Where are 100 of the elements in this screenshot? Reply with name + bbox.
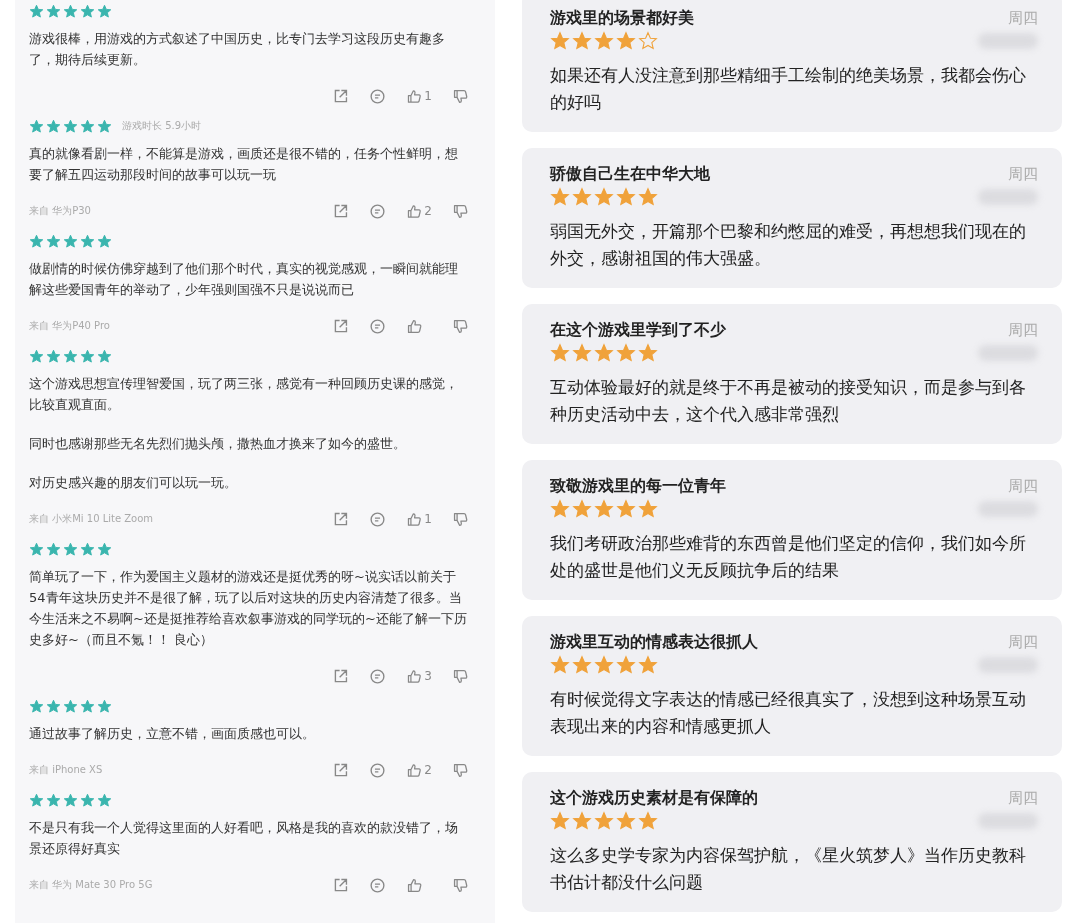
review-date: 周四 (1008, 788, 1038, 808)
star-icon (80, 792, 95, 808)
share-icon[interactable] (332, 87, 349, 105)
star-icon (46, 792, 61, 808)
star-icon (572, 655, 592, 675)
star-icon (63, 118, 78, 134)
share-icon[interactable] (332, 876, 349, 894)
share-icon[interactable] (332, 202, 349, 220)
star-icon (63, 348, 78, 364)
star-icon (29, 348, 44, 364)
star-icon (97, 541, 112, 557)
star-icon (46, 3, 61, 19)
share-icon[interactable] (332, 317, 349, 335)
share-icon[interactable] (332, 761, 349, 779)
star-icon (616, 655, 636, 675)
share-icon[interactable] (332, 667, 349, 685)
star-icon (594, 811, 614, 831)
star-icon (46, 541, 61, 557)
review-title: 游戏里互动的情感表达很抓人 (550, 631, 758, 653)
star-icon (29, 698, 44, 714)
review-text: 如果还有人没注意到那些精细手工绘制的绝美场景，我都会伤心的好吗 (550, 65, 1027, 114)
thumbs-up-icon[interactable] (406, 510, 423, 528)
star-icon (80, 698, 95, 714)
star-icon (594, 187, 614, 207)
star-icon (63, 541, 78, 557)
star-icon (29, 118, 44, 134)
star-icon (572, 31, 592, 51)
star-icon (97, 233, 112, 249)
thumbs-up-icon[interactable] (406, 87, 423, 105)
star-icon (97, 348, 112, 364)
star-icon (46, 233, 61, 249)
star-icon (638, 343, 658, 363)
star-icon (572, 187, 592, 207)
thumbs-up-icon[interactable] (406, 317, 423, 335)
thumbs-down-icon[interactable] (452, 510, 469, 528)
review-title: 骄傲自己生在中华大地 (550, 163, 710, 185)
star-icon (550, 499, 570, 519)
star-icon (572, 343, 592, 363)
device-label: 来自 华为 Mate 30 Pro 5G (29, 878, 153, 892)
review-date: 周四 (1008, 632, 1038, 652)
review-text: 简单玩了一下，作为爱国主义题材的游戏还是挺优秀的呀~说实话以前关于54青年这块历史并不是很了解，玩了以后对这块的历史内容清楚了很多。当今生活来之不易啊~还是挺推荐给喜欢叙事游戏的同学玩的~还能了解一下历史多好~（而且不氪！！ 良心） (29, 568, 468, 649)
comment-icon[interactable] (369, 202, 386, 220)
thumbs-down-icon[interactable] (452, 317, 469, 335)
thumbs-down-icon[interactable] (452, 876, 469, 894)
review-date: 周四 (1008, 8, 1038, 28)
star-icon (63, 792, 78, 808)
comment-icon[interactable] (369, 87, 386, 105)
star-icon (46, 118, 61, 134)
star-icon (29, 792, 44, 808)
device-label: 来自 华为P30 (29, 204, 91, 218)
review-title: 这个游戏历史素材是有保障的 (550, 787, 758, 809)
like-count: 2 (424, 763, 432, 777)
star-icon (550, 187, 570, 207)
comment-icon[interactable] (369, 317, 386, 335)
star-icon (63, 233, 78, 249)
like-count: 2 (424, 204, 432, 218)
review-text: 通过故事了解历史，立意不错，画面质感也可以。 (29, 725, 316, 743)
like-count: 3 (424, 669, 432, 683)
star-icon (97, 698, 112, 714)
review-title: 致敬游戏里的每一位青年 (550, 475, 726, 497)
star-icon (616, 31, 636, 51)
star-icon (594, 655, 614, 675)
star-icon (97, 118, 112, 134)
star-icon (594, 343, 614, 363)
star-icon (550, 655, 570, 675)
comment-icon[interactable] (369, 876, 386, 894)
star-icon (80, 3, 95, 19)
review-text: 我们考研政治那些难背的东西曾是他们坚定的信仰，我们如今所处的盛世是他们义无反顾抗争后的结果 (550, 533, 1027, 582)
star-icon (80, 348, 95, 364)
thumbs-down-icon[interactable] (452, 202, 469, 220)
star-icon (80, 233, 95, 249)
review-date: 周四 (1008, 476, 1038, 496)
review-text: 互动体验最好的就是终于不再是被动的接受知识，而是参与到各种历史活动中去，这个代入感非常强烈 (550, 377, 1027, 426)
star-icon (46, 698, 61, 714)
thumbs-up-icon[interactable] (406, 667, 423, 685)
thumbs-up-icon[interactable] (406, 761, 423, 779)
star-icon (638, 31, 658, 51)
comment-icon[interactable] (369, 510, 386, 528)
like-count: 1 (424, 512, 432, 526)
comment-icon[interactable] (369, 667, 386, 685)
review-date: 周四 (1008, 164, 1038, 184)
like-count: 1 (424, 89, 432, 103)
thumbs-down-icon[interactable] (452, 87, 469, 105)
star-icon (550, 343, 570, 363)
star-icon (616, 187, 636, 207)
thumbs-down-icon[interactable] (452, 667, 469, 685)
review-text: 不是只有我一个人觉得这里面的人好看吧，风格是我的喜欢的款没错了，场景还原得好真实 (29, 819, 459, 858)
star-icon (594, 499, 614, 519)
star-icon (616, 499, 636, 519)
playtime-label: 游戏时长 5.9小时 (122, 119, 202, 133)
device-label: 来自 华为P40 Pro (29, 319, 110, 333)
thumbs-up-icon[interactable] (406, 202, 423, 220)
device-label: 来自 iPhone XS (29, 763, 103, 777)
comment-icon[interactable] (369, 761, 386, 779)
share-icon[interactable] (332, 510, 349, 528)
star-icon (638, 187, 658, 207)
thumbs-up-icon[interactable] (406, 876, 423, 894)
thumbs-down-icon[interactable] (452, 761, 469, 779)
star-icon (80, 118, 95, 134)
review-text: 弱国无外交，开篇那个巴黎和约憋屈的难受，再想想我们现在的外交，感谢祖国的伟大强盛。 (550, 221, 1027, 270)
